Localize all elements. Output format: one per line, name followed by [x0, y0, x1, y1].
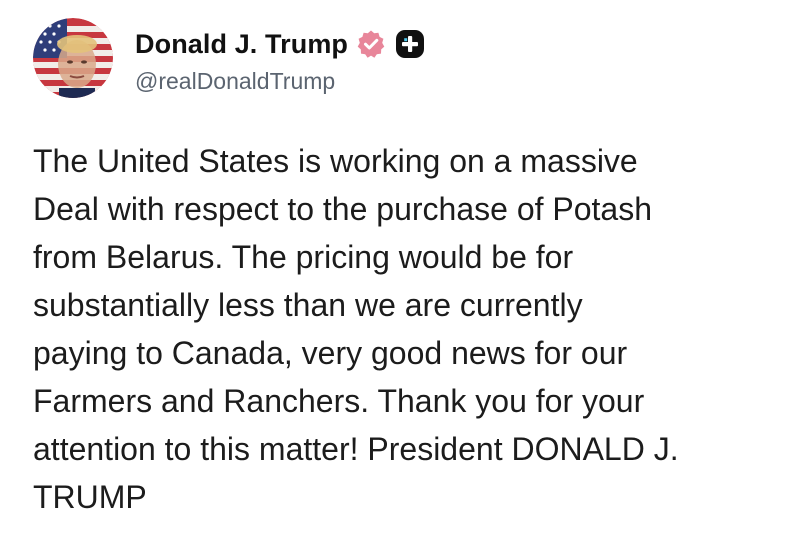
- post-body-line: attention to this matter! President DONA…: [33, 431, 679, 467]
- post-body-line: The United States is working on a massiv…: [33, 143, 638, 179]
- avatar[interactable]: [33, 18, 113, 98]
- verified-badge-icon: [356, 29, 386, 59]
- post-body-line: substantially less than we are currently: [33, 287, 583, 323]
- post-body-line: paying to Canada, very good news for our: [33, 335, 628, 371]
- avatar-image: [33, 18, 113, 98]
- author-display-name[interactable]: Donald J. Trump: [135, 29, 348, 60]
- author-handle[interactable]: @realDonaldTrump: [135, 68, 335, 95]
- post-body: The United States is working on a massiv…: [33, 137, 783, 521]
- plus-badge-icon[interactable]: [395, 29, 425, 59]
- post-body-line: from Belarus. The pricing would be for: [33, 239, 574, 275]
- social-post: Donald J. Trump @realDonaldTrump The Uni…: [0, 0, 800, 548]
- author-name-row: Donald J. Trump: [135, 26, 425, 62]
- post-body-line: Deal with respect to the purchase of Pot…: [33, 191, 653, 227]
- post-body-line: TRUMP: [33, 479, 147, 515]
- post-body-line: Farmers and Ranchers. Thank you for your: [33, 383, 645, 419]
